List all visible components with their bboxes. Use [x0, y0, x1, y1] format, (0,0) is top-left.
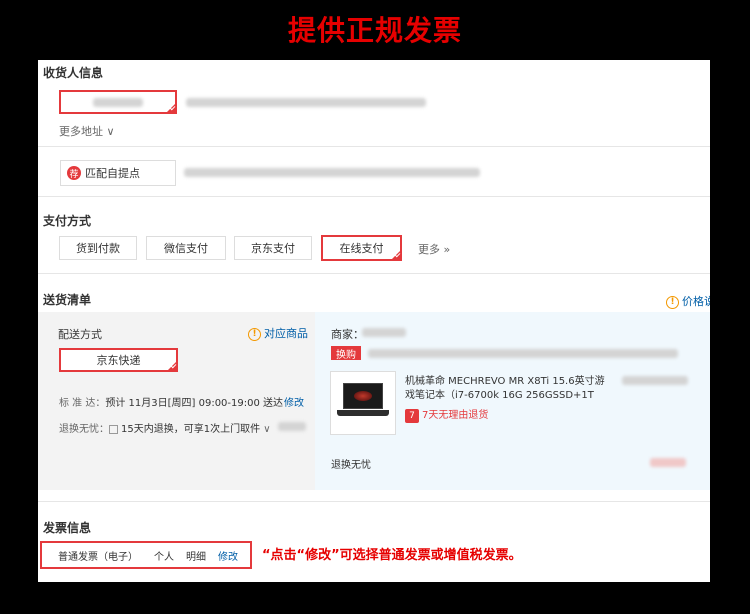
divider [38, 273, 710, 274]
selected-check-icon [167, 361, 177, 371]
payment-option-wechat[interactable]: 微信支付 [146, 236, 226, 260]
price-note[interactable]: ! 价格说 [666, 293, 710, 309]
trade-in-info-blurred [368, 349, 678, 358]
standard-delivery-row: 标 准 达：预计 11月3日[周四] 09:00-19:00 送达 [59, 394, 283, 409]
delivery-option-jd-express[interactable]: 京东快递 [59, 348, 178, 372]
more-address-label: 更多地址 [59, 125, 103, 138]
chevron-down-icon[interactable]: ∨ [263, 424, 270, 435]
trade-in-tag: 换购 [331, 346, 361, 361]
product-name-line1[interactable]: 机械革命 MECHREVO MR X8Ti 15.6英寸游 [405, 372, 605, 387]
worry-free-price-blurred [650, 458, 686, 467]
banner-title: 提供正规发票 [287, 14, 462, 47]
selected-consignee[interactable] [59, 90, 177, 114]
return-service-checkbox[interactable] [109, 424, 118, 434]
delivery-list-title: 送货清单 [43, 293, 92, 307]
delivery-modify-link[interactable]: 修改 [284, 394, 304, 409]
return-service-value: 15天内退换，可享1次上门取件 [121, 424, 261, 435]
delivery-option-label: 京东快递 [96, 354, 141, 367]
banner: 提供正规发票 [0, 0, 750, 58]
invoice-title: 发票信息 [43, 521, 92, 535]
consignee-name-blurred [93, 97, 143, 107]
invoice-note: “点击“修改”可选择普通发票或增值税发票。 [262, 548, 522, 563]
seven-day-return-label: 7天无理由退货 [422, 410, 489, 421]
payment-option-jdpay[interactable]: 京东支付 [234, 236, 312, 260]
seven-day-icon: 7 [405, 409, 419, 423]
recommend-icon: 荐 [67, 166, 81, 180]
return-service-row: 退换无忧： 15天内退换，可享1次上门取件 ∨ [59, 420, 271, 435]
divider [38, 196, 710, 197]
invoice-content: 明细 [186, 551, 206, 563]
info-icon: ! [248, 327, 261, 341]
divider [38, 146, 710, 147]
more-address-link[interactable]: 更多地址 ∨ [59, 123, 115, 139]
payment-option-online[interactable]: 在线支付 [321, 235, 402, 261]
worry-free-label: 退换无忧 [331, 460, 371, 471]
address-blurred [186, 98, 426, 107]
pickup-point-label: 匹配自提点 [85, 167, 140, 180]
selected-check-icon [391, 250, 401, 260]
payment-title: 支付方式 [43, 214, 92, 228]
delivery-method-label: 配送方式 [58, 328, 102, 341]
pickup-address-blurred [184, 168, 480, 177]
return-price-blurred [278, 422, 306, 431]
chevron-down-icon: ∨ [106, 125, 115, 138]
price-note-label: 价格说 [682, 295, 710, 308]
product-image[interactable] [330, 371, 396, 435]
seller-name-blurred [362, 328, 406, 337]
payment-option-cod[interactable]: 货到付款 [59, 236, 137, 260]
product-name-line2[interactable]: 戏笔记本（i7-6700k 16G 256GSSD+1T [405, 386, 594, 401]
selected-check-icon [166, 103, 176, 113]
standard-delivery-label: 标 准 达： [59, 398, 106, 409]
invoice-type: 普通发票（电子） [58, 551, 138, 563]
invoice-recipient: 个人 [154, 551, 174, 563]
payment-more-link[interactable]: 更多 » [418, 241, 450, 257]
invoice-modify-link[interactable]: 修改 [218, 548, 238, 563]
divider [38, 501, 710, 502]
standard-delivery-value: 预计 11月3日[周四] 09:00-19:00 送达 [105, 398, 284, 409]
payment-option-online-label: 在线支付 [339, 242, 384, 255]
checkout-panel: 收货人信息 更多地址 ∨ 荐 匹配自提点 支付方式 货到付款 微信支付 京东支付… [38, 60, 710, 582]
seven-day-return: 7 7天无理由退货 [405, 406, 488, 423]
matching-products-link[interactable]: ! 对应商品 [248, 325, 308, 341]
shipping-address-title: 收货人信息 [43, 66, 104, 80]
product-price-blurred [622, 376, 688, 385]
info-icon: ! [666, 295, 679, 309]
return-service-label: 退换无忧： [59, 424, 109, 435]
matching-products-label: 对应商品 [264, 327, 308, 340]
invoice-info-box: 普通发票（电子） 个人 明细 修改 [40, 541, 252, 569]
seller-label: 商家： [331, 328, 364, 341]
laptop-icon [337, 383, 389, 423]
pickup-point-button[interactable]: 荐 匹配自提点 [60, 160, 176, 186]
